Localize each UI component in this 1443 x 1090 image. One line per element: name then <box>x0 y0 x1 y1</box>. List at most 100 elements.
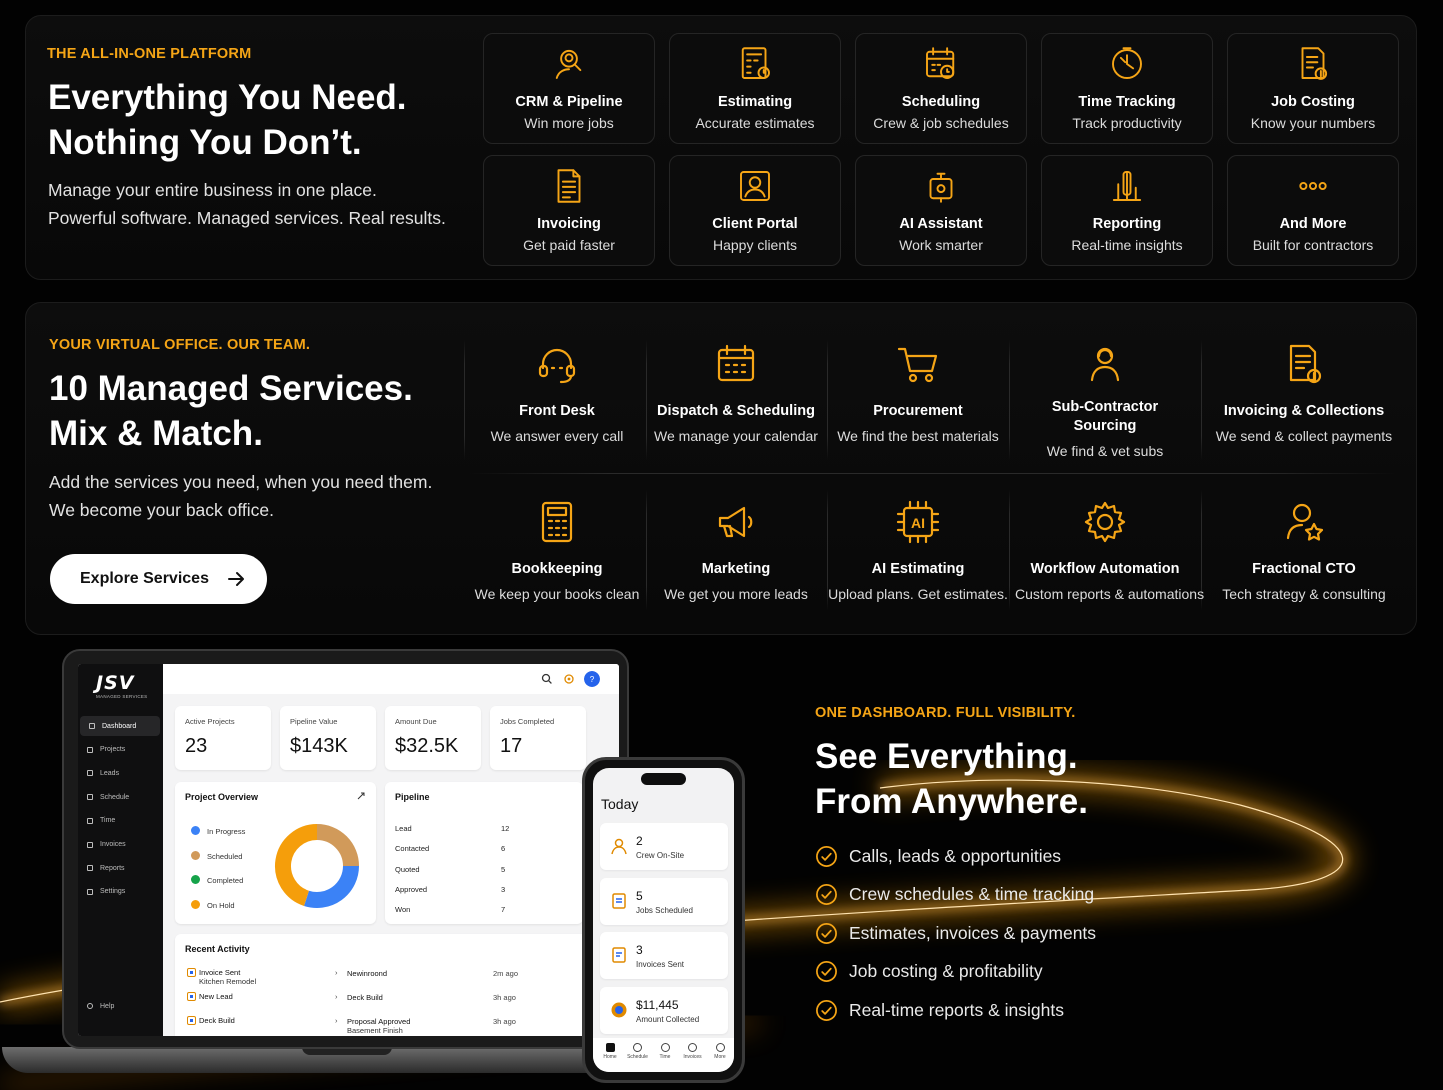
service-procurement[interactable]: Procurement We find the best materials <box>828 340 1008 445</box>
stat-card[interactable]: Pipeline Value $143K <box>280 706 376 770</box>
avatar[interactable]: ? <box>584 671 600 687</box>
phone-stat-card[interactable]: 3 Invoices Sent <box>600 932 728 979</box>
activity-row[interactable]: Invoice Sent Kitchen Remodel › Newinroond 2m… <box>175 966 605 988</box>
service-bookkeeping[interactable]: Bookkeeping We keep your books clean <box>467 498 647 603</box>
checklist-item: Calls, leads & opportunities <box>815 843 1135 869</box>
pipeline-row[interactable]: Contacted 6 <box>395 844 575 853</box>
feature-tile-ai-assistant[interactable]: AI Assistant Work smarter <box>855 155 1027 266</box>
service-icon-wrap <box>646 498 826 546</box>
stat-card[interactable]: Active Projects 23 <box>175 706 271 770</box>
service-dispatch-scheduling[interactable]: Dispatch & Scheduling We manage your cale… <box>646 340 826 445</box>
nav-label: Time <box>100 817 116 825</box>
feature-tile-scheduling[interactable]: Scheduling Crew & job schedules <box>855 33 1027 144</box>
pipeline-row[interactable]: Won 7 <box>395 905 575 914</box>
nav-item-invoices[interactable]: Invoices <box>78 835 160 855</box>
feature-desc: Win more jobs <box>524 115 614 131</box>
stat-card[interactable]: Amount Due $32.5K <box>385 706 481 770</box>
nav-item-leads[interactable]: Leads <box>78 763 160 783</box>
stat-value: $143K <box>290 735 348 757</box>
stat-value: 17 <box>500 735 523 757</box>
feature-tile-client-portal[interactable]: Client Portal Happy clients <box>669 155 841 266</box>
headset-icon <box>538 348 576 384</box>
feature-icon-wrap <box>1042 165 1212 209</box>
help-icon <box>87 1003 93 1009</box>
pipeline-count: 5 <box>501 864 506 874</box>
tab-icon <box>715 1043 725 1052</box>
service-fractional-cto[interactable]: Fractional CTO Tech strategy & consulting <box>1214 498 1394 603</box>
nav-label: Schedule <box>100 793 130 801</box>
service-workflow-automation[interactable]: Workflow Automation Custom reports & auto… <box>1015 498 1204 603</box>
nav-item-schedule[interactable]: Schedule <box>78 787 160 807</box>
nav-item-projects[interactable]: Projects <box>78 740 160 760</box>
nav-help-label: Help <box>100 1002 115 1010</box>
feature-tile-crm-pipeline[interactable]: CRM & Pipeline Win more jobs <box>483 33 655 144</box>
user-star-icon <box>1286 503 1324 541</box>
app-sidebar: JSV MANAGED SERVICES Dashboard Projects Le… <box>78 664 163 1036</box>
service-desc: We find & vet subs <box>1046 443 1164 459</box>
phone-stat-card[interactable]: 2 Crew On-Site <box>600 823 728 870</box>
nav-label: Dashboard <box>102 722 137 730</box>
nav-item-reports[interactable]: Reports <box>78 858 160 878</box>
platform-headline: Everything You Need. Nothing You Don’t. <box>48 75 407 165</box>
feature-icon-wrap <box>1228 43 1398 87</box>
service-title: Fractional CTO <box>1252 561 1356 577</box>
feature-tile-and-more[interactable]: And More Built for contractors <box>1227 155 1399 266</box>
calculator-doc-icon <box>741 47 770 79</box>
pipeline-count: 6 <box>501 844 506 854</box>
service-title: Workflow Automation <box>1030 561 1180 577</box>
service-marketing[interactable]: Marketing We get you more leads <box>646 498 826 603</box>
stat-card[interactable]: Jobs Completed 17 <box>490 706 586 770</box>
service-sub-contractor-sourcing[interactable]: Sub-Contractor Sourcing We find & vet sub… <box>1015 340 1195 460</box>
bell-icon[interactable] <box>562 672 576 686</box>
activity-title: Invoice Sent <box>199 968 241 977</box>
phone-tab-more[interactable]: More <box>707 1043 733 1060</box>
phone-card-label: Invoices Sent <box>636 960 685 969</box>
service-ai-estimating[interactable]: AI AI Estimating Upload plans. Get estimat… <box>828 498 1008 603</box>
feature-tile-invoicing[interactable]: Invoicing Get paid faster <box>483 155 655 266</box>
pipeline-stage: Contacted <box>395 844 430 854</box>
nav-icon <box>87 888 93 895</box>
nav-icon <box>87 794 93 801</box>
activity-time: 3h ago <box>493 993 516 1002</box>
tab-icon <box>688 1043 697 1052</box>
feature-desc: Get paid faster <box>523 237 615 253</box>
phone-stat-card[interactable]: $11,445 Amount Collected <box>600 986 728 1034</box>
checklist-text: Calls, leads & opportunities <box>849 845 1062 866</box>
phone-stat-card[interactable]: 5 Jobs Scheduled <box>600 877 728 925</box>
feature-tile-reporting[interactable]: Reporting Real-time insights <box>1041 155 1213 266</box>
dashboard-headline: See Everything. From Anywhere. <box>815 734 1088 824</box>
pipeline-row[interactable]: Approved 3 <box>395 885 575 894</box>
project-overview-title: Project Overview <box>185 792 259 802</box>
feature-desc: Track productivity <box>1072 115 1182 131</box>
feature-tile-estimating[interactable]: Estimating Accurate estimates <box>669 33 841 144</box>
service-icon-wrap <box>1214 498 1394 546</box>
service-desc: We answer every call <box>490 428 624 444</box>
feature-tile-time-tracking[interactable]: Time Tracking Track productivity <box>1041 33 1213 144</box>
nav-item-settings[interactable]: Settings <box>78 882 160 902</box>
nav-item-time[interactable]: Time <box>78 811 160 831</box>
feature-desc: Built for contractors <box>1252 237 1374 253</box>
service-desc: We send & collect payments <box>1215 428 1393 444</box>
nav-help[interactable]: Help <box>78 996 160 1016</box>
phone-tab-invoices[interactable]: Invoices <box>680 1043 706 1060</box>
service-desc: We get you more leads <box>664 586 808 602</box>
portal-user-icon <box>740 171 770 201</box>
explore-services-button[interactable]: Explore Services <box>50 554 267 604</box>
nav-item-dashboard[interactable]: Dashboard <box>80 716 160 736</box>
service-front-desk[interactable]: Front Desk We answer every call <box>467 340 647 445</box>
activity-row[interactable]: New Lead › Deck Build 3h ago <box>175 990 605 1012</box>
feature-tile-job-costing[interactable]: Job Costing Know your numbers <box>1227 33 1399 144</box>
platform-sub-line2: Powerful software. Managed services. Rea… <box>48 208 446 228</box>
expand-icon[interactable] <box>357 792 365 800</box>
pipeline-row[interactable]: Quoted 5 <box>395 865 575 874</box>
activity-row[interactable]: Deck Build › Proposal Approved Basement Fin… <box>175 1014 605 1036</box>
service-icon-wrap <box>828 340 1008 388</box>
phone-tab-schedule[interactable]: Schedule <box>625 1043 651 1060</box>
phone-tab-time[interactable]: Time <box>652 1043 678 1060</box>
services-sub-line1: Add the services you need, when you need… <box>49 472 433 492</box>
pipeline-row[interactable]: Lead 12 <box>395 824 575 833</box>
phone-notch <box>641 773 686 785</box>
search-icon[interactable] <box>540 672 554 686</box>
service-invoicing-collections[interactable]: Invoicing & Collections We send & collect… <box>1214 340 1394 445</box>
phone-tab-home[interactable]: Home <box>597 1043 623 1060</box>
